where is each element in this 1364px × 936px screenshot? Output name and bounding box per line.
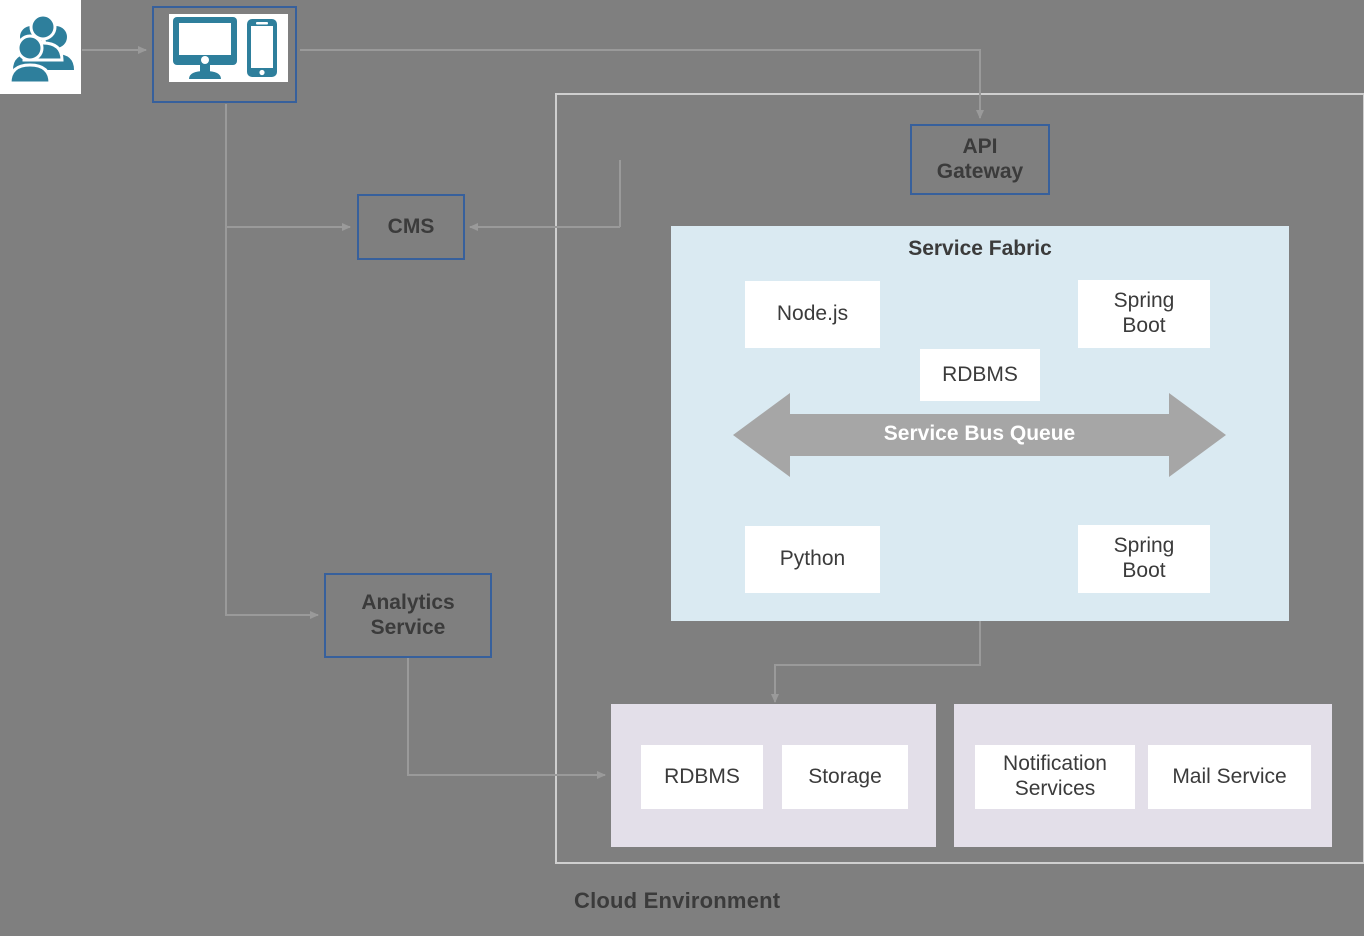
- connector-fabric-to-data-panel: [771, 621, 981, 703]
- node-analytics-service-line1: Analytics: [361, 590, 455, 614]
- cloud-environment-label: Cloud Environment: [574, 888, 781, 913]
- node-cms[interactable]: CMS: [357, 194, 465, 260]
- node-python[interactable]: Python: [745, 526, 880, 593]
- node-rdbms-store[interactable]: RDBMS: [641, 745, 763, 809]
- node-mail-service-label: Mail Service: [1172, 764, 1287, 788]
- architecture-diagram: Service Fabric Service Bus Queue Node.js…: [0, 0, 1364, 936]
- node-analytics-service-line2: Service: [370, 615, 446, 639]
- node-springboot-bottom-line1: Spring: [1113, 534, 1175, 558]
- node-springboot-top-line1: Spring: [1113, 289, 1175, 313]
- users-group-icon: [8, 13, 74, 85]
- node-notification-services[interactable]: Notification Services: [975, 745, 1135, 809]
- node-springboot-bottom-line2: Boot: [1122, 559, 1166, 582]
- devices-icon-tile: [169, 14, 288, 82]
- devices-icon: [173, 17, 277, 79]
- node-springboot-top-line2: Boot: [1122, 314, 1166, 337]
- node-rdbms-fabric[interactable]: RDBMS: [920, 349, 1040, 401]
- node-storage[interactable]: Storage: [782, 745, 908, 809]
- service-bus-queue-label: Service Bus Queue: [883, 422, 1076, 445]
- node-nodejs-label: Node.js: [776, 302, 849, 326]
- service-fabric-title: Service Fabric: [908, 237, 1052, 260]
- node-notification-services-line2: Services: [1014, 777, 1096, 800]
- node-springboot-top[interactable]: Spring Boot: [1078, 280, 1210, 348]
- node-springboot-bottom[interactable]: Spring Boot: [1078, 525, 1210, 593]
- connector-devices-to-api-gateway: [300, 49, 984, 119]
- node-notification-services-line1: Notification: [1003, 752, 1107, 776]
- node-analytics-service[interactable]: Analytics Service: [324, 573, 492, 658]
- node-api-gateway-line2: Gateway: [936, 159, 1024, 183]
- users-icon-tile: [0, 0, 81, 94]
- node-python-label: Python: [779, 547, 846, 571]
- node-rdbms-fabric-label: RDBMS: [942, 362, 1018, 386]
- node-api-gateway-line1: API: [962, 134, 998, 158]
- connector-devices-to-cms: [225, 104, 351, 231]
- node-storage-label: Storage: [808, 764, 882, 788]
- node-cms-label: CMS: [387, 214, 435, 238]
- node-rdbms-store-label: RDBMS: [664, 764, 740, 788]
- node-api-gateway[interactable]: API Gateway: [910, 124, 1050, 195]
- connector-analytics-to-data-panel: [407, 658, 606, 779]
- node-mail-service[interactable]: Mail Service: [1148, 745, 1311, 809]
- node-nodejs[interactable]: Node.js: [745, 281, 880, 348]
- connector-devices-to-analytics: [225, 104, 319, 619]
